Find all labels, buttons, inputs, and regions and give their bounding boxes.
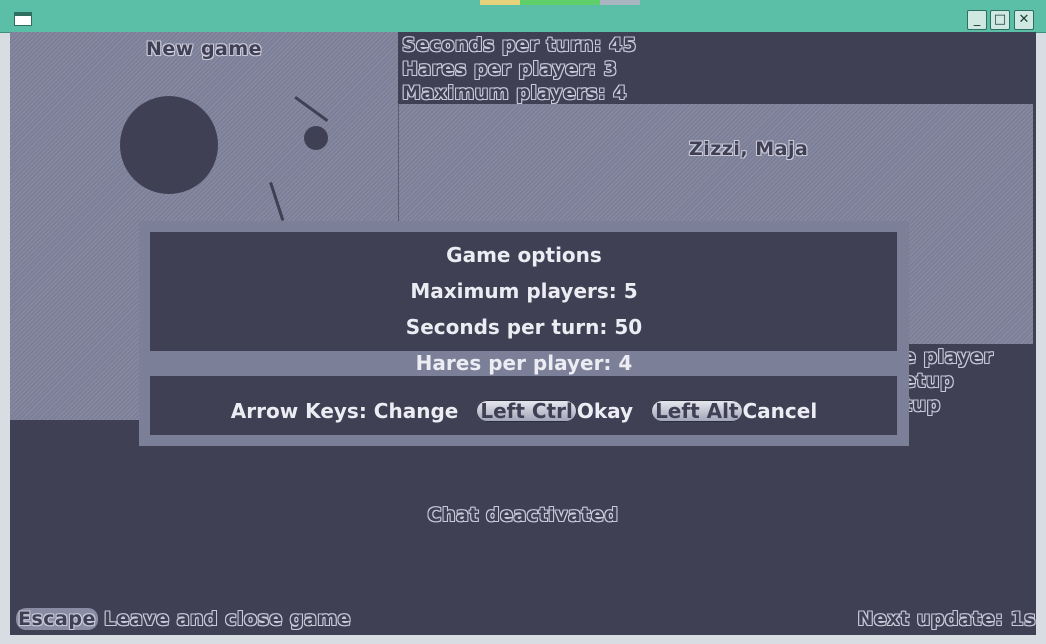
okay-label[interactable]: Okay (577, 399, 633, 423)
player-list-item: Zizzi, Maja (689, 138, 809, 160)
left-alt-key[interactable]: Left Alt (651, 400, 743, 422)
map-blob (120, 96, 218, 194)
minimize-button[interactable]: _ (967, 10, 987, 30)
leave-game-label: Leave and close game (104, 608, 352, 630)
left-ctrl-key[interactable]: Left Ctrl (476, 400, 577, 422)
menu-item-player[interactable]: e player (903, 346, 994, 368)
option-hares-per-player[interactable]: Hares per player: 4 (139, 351, 909, 375)
map-blob (304, 126, 328, 150)
maximize-button[interactable]: □ (990, 10, 1010, 30)
map-stroke (294, 96, 329, 122)
option-max-players[interactable]: Maximum players: 5 (139, 279, 909, 303)
tray-strip (600, 0, 640, 5)
cancel-label[interactable]: Cancel (743, 399, 818, 423)
dialog-key-hints: Arrow Keys: Change Left Ctrl Okay Left A… (139, 399, 909, 423)
game-info-panel: Seconds per turn: 45 Hares per player: 3… (398, 32, 1036, 104)
menu-item-setup[interactable]: etup (903, 370, 954, 392)
dialog-title: Game options (446, 243, 602, 267)
map-title: New game (146, 38, 263, 60)
map-stroke (269, 182, 285, 221)
window-titlebar[interactable]: _ □ ✕ (0, 0, 1046, 33)
info-seconds-per-turn: Seconds per turn: 45 (402, 34, 637, 56)
game-options-dialog: Game options Maximum players: 5 Seconds … (139, 221, 909, 446)
window-menu-icon[interactable] (14, 12, 32, 26)
arrow-keys-hint: Arrow Keys: Change (230, 399, 459, 423)
chat-status: Chat deactivated (427, 504, 619, 526)
tray-strip (480, 0, 520, 5)
info-max-players: Maximum players: 4 (402, 82, 627, 104)
tray-strip (520, 0, 600, 5)
escape-key-badge[interactable]: Escape (16, 608, 98, 630)
next-update-status: Next update: 1s (857, 608, 1036, 630)
option-seconds-per-turn[interactable]: Seconds per turn: 50 (139, 315, 909, 339)
info-hares-per-player: Hares per player: 3 (402, 58, 618, 80)
close-button[interactable]: ✕ (1014, 10, 1034, 30)
